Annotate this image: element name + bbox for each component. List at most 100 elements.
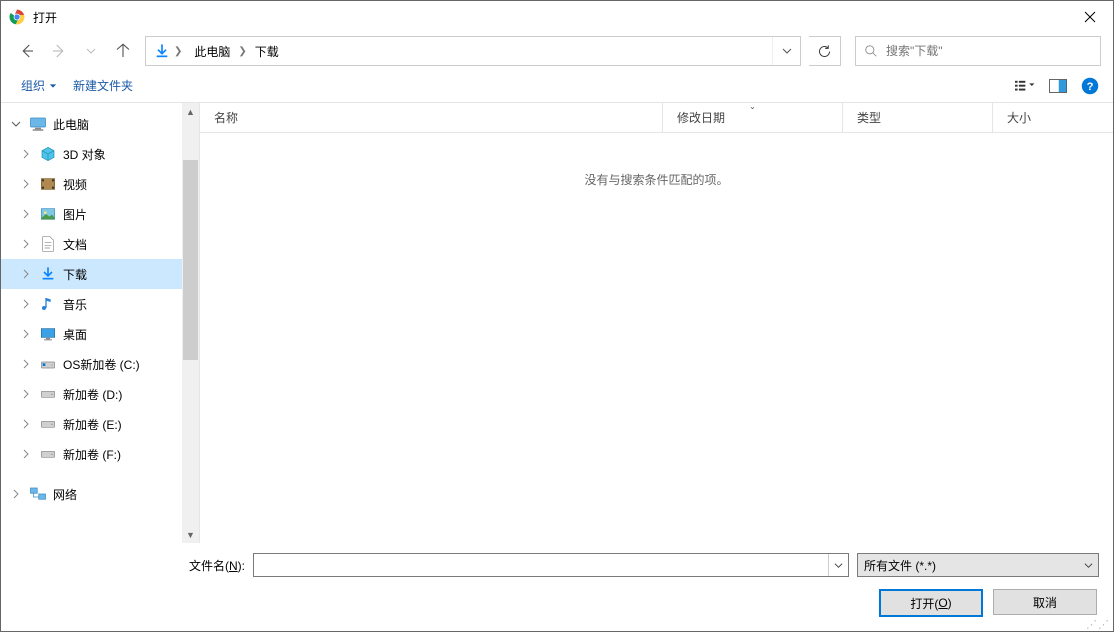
search-box[interactable] bbox=[855, 36, 1101, 66]
tree-node-network[interactable]: 网络 bbox=[1, 479, 199, 509]
tree-label: 桌面 bbox=[63, 326, 87, 343]
breadcrumb-item[interactable]: 此电脑 bbox=[188, 39, 236, 64]
download-icon bbox=[39, 265, 57, 283]
nav-row: ❯ 此电脑 ❯ 下载 bbox=[1, 33, 1113, 69]
tree-node[interactable]: 3D 对象 bbox=[1, 139, 199, 169]
tree-node[interactable]: 音乐 bbox=[1, 289, 199, 319]
tree-label: 图片 bbox=[63, 206, 87, 223]
back-button[interactable] bbox=[13, 37, 41, 65]
tree-node-downloads[interactable]: 下载 bbox=[1, 259, 199, 289]
scroll-down-icon[interactable]: ▼ bbox=[182, 526, 199, 543]
sidebar-scrollbar[interactable]: ▲ ▼ bbox=[182, 103, 199, 543]
cube-icon bbox=[39, 145, 57, 163]
up-button[interactable] bbox=[109, 37, 137, 65]
tree-label: 新加卷 (F:) bbox=[63, 446, 121, 463]
tree-node[interactable]: 新加卷 (F:) bbox=[1, 439, 199, 469]
folder-tree: 此电脑 3D 对象 视频 图片 bbox=[1, 103, 200, 543]
open-button[interactable]: 打开(O) bbox=[879, 589, 983, 617]
expand-icon[interactable] bbox=[19, 327, 33, 341]
empty-message: 没有与搜索条件匹配的项。 bbox=[584, 171, 728, 188]
tree-node[interactable]: 新加卷 (E:) bbox=[1, 409, 199, 439]
file-list-body: 没有与搜索条件匹配的项。 bbox=[200, 133, 1113, 543]
expand-icon[interactable] bbox=[19, 387, 33, 401]
expand-icon[interactable] bbox=[19, 357, 33, 371]
expand-icon[interactable] bbox=[19, 267, 33, 281]
expand-icon[interactable] bbox=[19, 177, 33, 191]
scrollbar-thumb[interactable] bbox=[183, 160, 198, 360]
tree-node[interactable]: 图片 bbox=[1, 199, 199, 229]
drive-icon bbox=[39, 445, 57, 463]
document-icon bbox=[39, 235, 57, 253]
tree-label: 下载 bbox=[63, 266, 87, 283]
filename-input[interactable] bbox=[254, 558, 828, 572]
expand-icon[interactable] bbox=[19, 207, 33, 221]
recent-dropdown[interactable] bbox=[77, 37, 105, 65]
location-download-icon bbox=[152, 41, 172, 61]
tree-node-this-pc[interactable]: 此电脑 bbox=[1, 109, 199, 139]
address-bar[interactable]: ❯ 此电脑 ❯ 下载 bbox=[145, 36, 801, 66]
address-history-dropdown[interactable] bbox=[772, 37, 800, 65]
film-icon bbox=[39, 175, 57, 193]
organize-label: 组织 bbox=[21, 77, 45, 94]
sort-indicator-icon: ⌄ bbox=[749, 102, 756, 111]
filetype-combobox[interactable]: 所有文件 (*.*) bbox=[857, 553, 1099, 577]
forward-button[interactable] bbox=[45, 37, 73, 65]
drive-icon bbox=[39, 385, 57, 403]
expand-icon[interactable] bbox=[19, 447, 33, 461]
column-name[interactable]: 名称 bbox=[200, 103, 663, 132]
filename-combobox[interactable] bbox=[253, 553, 849, 577]
tree-node[interactable]: OS新加卷 (C:) bbox=[1, 349, 199, 379]
filename-history-dropdown[interactable] bbox=[828, 554, 848, 576]
drive-os-icon bbox=[39, 355, 57, 373]
refresh-button[interactable] bbox=[809, 36, 841, 66]
column-date[interactable]: ⌄ 修改日期 bbox=[663, 103, 843, 132]
tree-label: 新加卷 (E:) bbox=[63, 416, 122, 433]
toolbar: 组织 新建文件夹 ? bbox=[1, 69, 1113, 103]
tree-label: 网络 bbox=[53, 486, 77, 503]
chevron-down-icon bbox=[1078, 554, 1098, 576]
expand-icon[interactable] bbox=[9, 487, 23, 501]
network-icon bbox=[29, 485, 47, 503]
column-size[interactable]: 大小 bbox=[993, 103, 1113, 132]
tree-node[interactable]: 桌面 bbox=[1, 319, 199, 349]
expand-icon[interactable] bbox=[19, 147, 33, 161]
music-icon bbox=[39, 295, 57, 313]
resize-grip-icon[interactable]: ⋰⋰ bbox=[1086, 623, 1110, 628]
tree-node[interactable]: 文档 bbox=[1, 229, 199, 259]
new-folder-label: 新建文件夹 bbox=[73, 77, 133, 94]
organize-menu[interactable]: 组织 bbox=[13, 71, 65, 100]
dialog-footer: 文件名(N): 所有文件 (*.*) 打开(O) 取消 ⋰⋰ bbox=[1, 543, 1113, 631]
search-input[interactable] bbox=[886, 44, 1100, 58]
preview-pane-button[interactable] bbox=[1047, 75, 1069, 97]
file-open-dialog: 打开 ❯ 此电脑 ❯ 下载 bbox=[0, 0, 1114, 632]
pc-icon bbox=[29, 115, 47, 133]
window-title: 打开 bbox=[33, 9, 57, 26]
breadcrumb-item[interactable]: 下载 bbox=[249, 39, 285, 64]
expand-icon[interactable] bbox=[19, 297, 33, 311]
svg-text:?: ? bbox=[1087, 80, 1094, 92]
tree-label: 3D 对象 bbox=[63, 146, 106, 163]
close-button[interactable] bbox=[1067, 1, 1113, 33]
new-folder-button[interactable]: 新建文件夹 bbox=[65, 71, 141, 100]
view-options-button[interactable] bbox=[1015, 75, 1037, 97]
tree-node[interactable]: 视频 bbox=[1, 169, 199, 199]
help-button[interactable]: ? bbox=[1079, 75, 1101, 97]
file-list-pane: 名称 ⌄ 修改日期 类型 大小 没有与搜索条件匹配的项。 bbox=[200, 103, 1113, 543]
titlebar: 打开 bbox=[1, 1, 1113, 33]
chevron-down-icon bbox=[49, 82, 57, 90]
expand-icon[interactable] bbox=[19, 237, 33, 251]
scroll-up-icon[interactable]: ▲ bbox=[182, 103, 199, 120]
expand-icon[interactable] bbox=[19, 417, 33, 431]
cancel-button[interactable]: 取消 bbox=[993, 589, 1097, 615]
filename-label: 文件名(N): bbox=[15, 557, 245, 574]
tree-node[interactable]: 新加卷 (D:) bbox=[1, 379, 199, 409]
collapse-icon[interactable] bbox=[9, 117, 23, 131]
tree-label: 文档 bbox=[63, 236, 87, 253]
picture-icon bbox=[39, 205, 57, 223]
column-type[interactable]: 类型 bbox=[843, 103, 993, 132]
chevron-right-icon[interactable]: ❯ bbox=[236, 46, 248, 57]
filetype-label: 所有文件 (*.*) bbox=[864, 557, 936, 574]
column-headers: 名称 ⌄ 修改日期 类型 大小 bbox=[200, 103, 1113, 133]
chevron-right-icon[interactable]: ❯ bbox=[172, 46, 184, 57]
breadcrumbs: 此电脑 ❯ 下载 bbox=[184, 39, 772, 64]
